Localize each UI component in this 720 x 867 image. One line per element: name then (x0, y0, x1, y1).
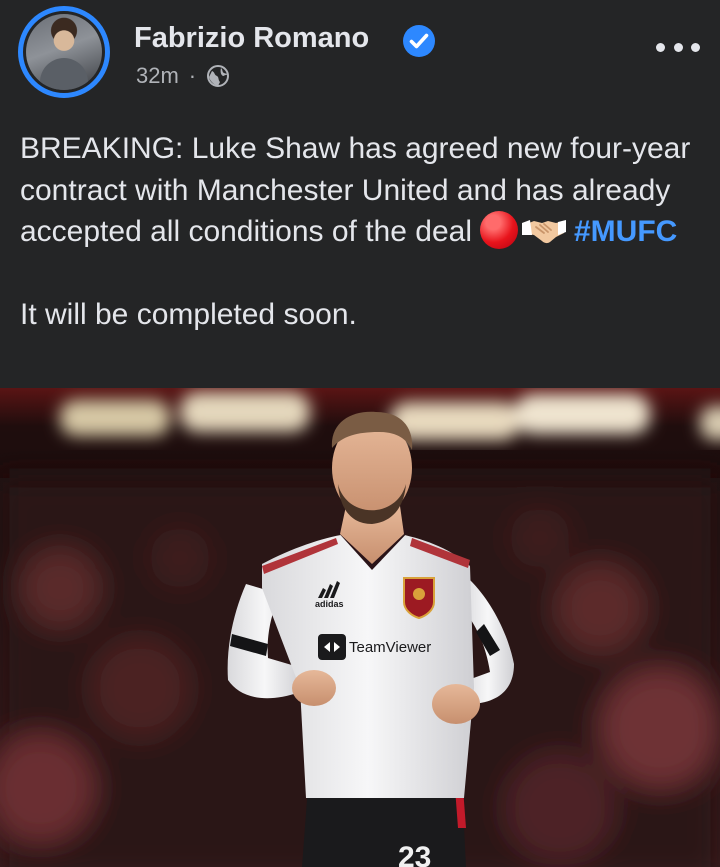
handshake-icon (521, 220, 566, 244)
more-options-icon-dot (691, 42, 700, 52)
hashtag-link[interactable]: #MUFC (574, 215, 677, 248)
red-circle-icon (479, 211, 518, 249)
post-text: BREAKING: Luke Shaw has agreed new four-… (20, 128, 710, 336)
post-text-line-2: It will be completed soon. (20, 298, 357, 331)
avatar-image (26, 14, 102, 90)
shirt-number: 23 (398, 841, 431, 867)
player-photo-illustration: adidas TeamViewer 23 (0, 392, 720, 867)
sponsor-label: TeamViewer (349, 639, 431, 656)
more-options-icon-dot (673, 42, 683, 52)
post-meta: 32m · (136, 62, 230, 90)
post-paragraph: BREAKING: Luke Shaw has agreed new four-… (20, 128, 710, 253)
more-options-button[interactable] (650, 30, 706, 64)
post-timestamp[interactable]: 32m (136, 63, 179, 89)
verified-badge-icon (403, 25, 435, 57)
globe-icon (207, 65, 230, 87)
author-avatar[interactable] (18, 6, 110, 98)
more-options-icon (656, 42, 665, 52)
post-header: Fabrizio Romano 32m · (0, 0, 720, 115)
meta-separator: · (188, 63, 197, 88)
post-photo[interactable]: adidas TeamViewer 23 (0, 388, 720, 867)
kit-brand-label: adidas (315, 599, 344, 609)
author-name[interactable]: Fabrizio Romano (134, 22, 369, 55)
